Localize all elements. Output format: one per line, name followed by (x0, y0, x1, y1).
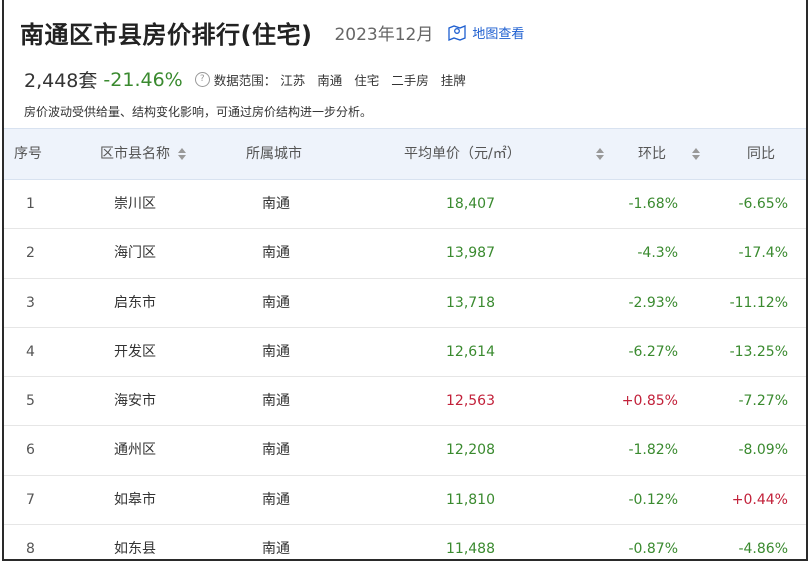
page-title: 南通区市县房价排行(住宅) (20, 20, 313, 49)
city-name: 南通 (262, 294, 290, 311)
table-row[interactable]: 4 开发区 南通 12,614 -6.27% -13.25% (4, 328, 806, 378)
table-row[interactable]: 6 通州区 南通 12,208 -1.82% -8.09% (4, 426, 806, 476)
yoy-change: -7.27% (738, 393, 788, 410)
price-change: -21.46% (103, 68, 183, 91)
col-city: 所属城市 (246, 146, 302, 162)
col-avg-price-sort[interactable] (588, 129, 604, 179)
table-row[interactable]: 3 启东市 南通 13,718 -2.93% -11.12% (4, 279, 806, 328)
city-name: 南通 (262, 343, 290, 360)
city-name: 南通 (262, 196, 290, 212)
yoy-change: -4.86% (738, 541, 788, 558)
mom-change: -6.27% (628, 343, 678, 360)
summary-row: 2,448套 -21.46% ? 数据范围： 江苏 南通 住宅 二手房 挂牌 (24, 66, 466, 93)
row-index: 3 (26, 294, 35, 311)
mom-change: -4.3% (637, 245, 678, 262)
col-yoy[interactable]: 同比 (747, 129, 775, 179)
table-row[interactable]: 2 海门区 南通 13,987 -4.3% -17.4% (4, 229, 806, 279)
city-name: 南通 (262, 245, 290, 262)
map-view-link[interactable]: 地图查看 (447, 23, 524, 42)
city-name: 南通 (262, 491, 290, 508)
table-row[interactable]: 1 崇川区 南通 18,407 -1.68% -6.65% (4, 180, 806, 230)
yoy-change: -8.09% (738, 442, 788, 459)
avg-price: 13,987 (446, 245, 495, 262)
table-header: 序号 区市县名称 所属城市 平均单价（元/㎡） 环比 同比 (4, 128, 806, 180)
city-name: 南通 (262, 442, 290, 459)
row-index: 6 (26, 442, 35, 459)
range-tag-province: 江苏 (280, 73, 306, 88)
range-tag-source: 挂牌 (440, 73, 466, 88)
avg-price: 11,488 (446, 541, 495, 558)
note-text: 房价波动受供给量、结构变化影响，可通过房价结构进一步分析。 (24, 105, 373, 119)
city-name: 南通 (262, 541, 290, 558)
avg-price: 11,810 (446, 491, 495, 508)
district-name: 如皋市 (114, 491, 156, 508)
mom-change: -0.12% (628, 491, 678, 508)
avg-price: 18,407 (446, 196, 495, 212)
sort-icon[interactable] (692, 148, 700, 160)
yoy-change: +0.44% (731, 491, 788, 508)
row-index: 8 (26, 541, 35, 558)
district-name: 通州区 (114, 442, 156, 459)
col-district[interactable]: 区市县名称 (100, 129, 186, 179)
map-pin-icon (448, 25, 466, 41)
range-tag-type: 住宅 (354, 73, 380, 88)
range-tag-market: 二手房 (391, 73, 429, 88)
row-index: 5 (26, 393, 35, 410)
table-body: 1 崇川区 南通 18,407 -1.68% -6.65% 2 海门区 南通 13,987 -4.3… (4, 180, 806, 559)
listing-count: 2,448套 (24, 70, 98, 92)
avg-price: 12,208 (446, 442, 495, 459)
row-index: 1 (26, 196, 35, 212)
mom-change: -2.93% (628, 294, 678, 311)
yoy-change: -13.25% (729, 343, 788, 360)
yoy-change: -6.65% (738, 196, 788, 212)
report-date: 2023年12月 (334, 24, 434, 45)
district-name: 开发区 (114, 343, 156, 360)
map-view-label: 地图查看 (472, 26, 525, 42)
col-index: 序号 (14, 146, 42, 162)
ranking-table: 序号 区市县名称 所属城市 平均单价（元/㎡） 环比 同比 1 崇川区 南通 18,4… (4, 128, 806, 559)
table-row[interactable]: 7 如皋市 南通 11,810 -0.12% +0.44% (4, 476, 806, 526)
row-index: 2 (26, 245, 35, 262)
yoy-change: -11.12% (729, 294, 788, 311)
sort-icon[interactable] (178, 148, 186, 160)
mom-change: -1.82% (628, 442, 678, 459)
col-mom[interactable]: 环比 (638, 129, 700, 179)
table-row[interactable]: 5 海安市 南通 12,563 +0.85% -7.27% (4, 377, 806, 427)
range-label: 数据范围： (213, 73, 277, 88)
row-index: 4 (26, 343, 35, 360)
city-name: 南通 (262, 393, 290, 410)
avg-price: 12,563 (446, 393, 495, 410)
avg-price: 13,718 (446, 294, 495, 311)
help-icon[interactable]: ? (194, 72, 210, 87)
title-row: 南通区市县房价排行(住宅) 2023年12月 地图查看 (20, 12, 524, 52)
district-name: 海安市 (114, 393, 156, 410)
district-name: 如东县 (114, 541, 156, 558)
col-avg-price[interactable]: 平均单价（元/㎡） (404, 129, 521, 179)
district-name: 启东市 (114, 294, 156, 311)
sort-icon[interactable] (596, 148, 604, 160)
district-name: 海门区 (114, 245, 156, 262)
mom-change: -1.68% (628, 196, 678, 212)
avg-price: 12,614 (446, 343, 495, 360)
row-index: 7 (26, 491, 35, 508)
range-tag-city: 南通 (317, 73, 343, 88)
yoy-change: -17.4% (738, 245, 788, 262)
table-row[interactable]: 8 如东县 南通 11,488 -0.87% -4.86% (4, 525, 806, 559)
mom-change: +0.85% (621, 393, 678, 410)
mom-change: -0.87% (628, 541, 678, 558)
district-name: 崇川区 (114, 196, 156, 212)
ranking-panel: 南通区市县房价排行(住宅) 2023年12月 地图查看 2,448套 -21.4… (2, 0, 808, 561)
